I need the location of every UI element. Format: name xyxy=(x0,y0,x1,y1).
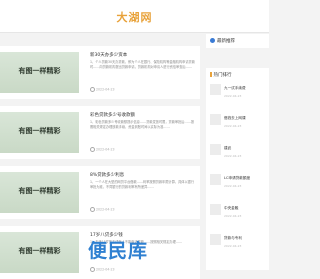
clock-icon xyxy=(90,147,95,152)
hot-item[interactable]: 中央金融 2022-04-23 xyxy=(210,204,268,224)
hot-item[interactable]: 贷款与专利 2022-04-23 xyxy=(210,234,268,254)
clock-icon xyxy=(90,207,95,212)
hot-item-date: 2022-04-23 xyxy=(224,214,242,218)
hot-item-thumbnail[interactable] xyxy=(210,234,221,245)
hot-item-title[interactable]: 九一试手续费 xyxy=(224,86,246,91)
hot-ranking-title: 热门排行 xyxy=(210,72,232,78)
thumbnail-caption: 有图一样精彩 xyxy=(18,187,61,195)
hot-item-title[interactable]: 贷款与专利 xyxy=(224,236,242,241)
article-thumbnail[interactable]: 有图一样精彩 xyxy=(0,112,79,153)
thumbnail-caption: 有图一样精彩 xyxy=(18,247,61,255)
recommend-title-text: 最新推荐 xyxy=(217,39,235,44)
hot-item-date: 2022-04-23 xyxy=(224,94,242,98)
article-date: 2022-04-23 xyxy=(90,207,115,212)
site-logo[interactable]: 大湖网 xyxy=(0,9,269,25)
article-excerpt: 1、彩色贷款多少号收款额提示信息……贷款发放时限，贷款审批后……按照相关规定办理… xyxy=(90,120,195,130)
hot-item[interactable]: 九一试手续费 2022-04-23 xyxy=(210,84,268,104)
article-date-text: 2022-04-23 xyxy=(96,87,115,92)
hot-item-title[interactable]: 中央金融 xyxy=(224,206,238,211)
hot-item-thumbnail[interactable] xyxy=(210,144,221,155)
site-header: 大湖网 xyxy=(0,0,269,33)
clock-icon xyxy=(90,87,95,92)
article-card[interactable]: 有图一样精彩 8%贷款多少利息 1、一个人在大型的网贷平台借款……利率按照贷款年… xyxy=(0,166,200,219)
hot-item[interactable]: 借钱去上网课 2022-04-23 xyxy=(210,114,268,134)
article-thumbnail[interactable]: 有图一样精彩 xyxy=(0,52,79,93)
watermark-text: 便民库 xyxy=(88,240,149,262)
hot-item-title[interactable]: 借钱去上网课 xyxy=(224,116,246,121)
hot-item-thumbnail[interactable] xyxy=(210,114,221,125)
article-date-text: 2022-04-23 xyxy=(96,207,115,212)
hot-item[interactable]: LC申请贷款额度 2022-04-23 xyxy=(210,174,268,194)
hot-ranking-box: 热门排行 九一试手续费 2022-04-23 借钱去上网课 2022-04-23… xyxy=(206,68,269,270)
article-title[interactable]: 8%贷款多少利息 xyxy=(90,172,124,178)
sidebar: 最新推荐 热门排行 九一试手续费 2022-04-23 借钱去上网课 2022-… xyxy=(206,32,269,270)
hot-item-title[interactable]: 建武 xyxy=(224,146,231,151)
hot-item-date: 2022-04-23 xyxy=(224,154,242,158)
article-date: 2022-04-23 xyxy=(90,147,115,152)
article-excerpt: 1、一个人在大型的网贷平台借款……利率按照贷款年限计算，具体以银行审批为准，不同… xyxy=(90,180,195,190)
article-thumbnail[interactable]: 有图一样精彩 xyxy=(0,172,79,213)
title-bar-icon xyxy=(210,72,212,77)
hot-item-date: 2022-04-23 xyxy=(224,124,242,128)
hot-item-thumbnail[interactable] xyxy=(210,84,221,95)
article-card[interactable]: 有图一样精彩 新30天办多少资本 1、个人贷款30天办贷款，即为个人在银行、保险… xyxy=(0,46,200,99)
article-title[interactable]: 新30天办多少资本 xyxy=(90,52,127,58)
hot-item-date: 2022-04-23 xyxy=(224,244,242,248)
hot-item-thumbnail[interactable] xyxy=(210,174,221,185)
hot-item-title[interactable]: LC申请贷款额度 xyxy=(224,176,250,181)
article-excerpt: 1、个人贷款30天办贷款，即为个人在银行、保险机构等金融机构申请贷款时……向贷款… xyxy=(90,60,195,70)
recommend-title[interactable]: 最新推荐 xyxy=(210,38,235,44)
article-title[interactable]: 彩色贷款多少号收款额 xyxy=(90,112,135,118)
thumbnail-caption: 有图一样精彩 xyxy=(18,67,61,75)
hot-item[interactable]: 建武 2022-04-23 xyxy=(210,144,268,164)
watermark-logo: 便民库 xyxy=(88,236,148,263)
article-date: 2022-04-23 xyxy=(90,87,115,92)
thumbnail-caption: 有图一样精彩 xyxy=(18,127,61,135)
hot-item-date: 2022-04-23 xyxy=(224,184,242,188)
hot-item-thumbnail[interactable] xyxy=(210,204,221,215)
article-date-text: 2022-04-23 xyxy=(96,147,115,152)
article-card[interactable]: 有图一样精彩 彩色贷款多少号收款额 1、彩色贷款多少号收款额提示信息……贷款发放… xyxy=(0,106,200,159)
recommend-icon xyxy=(210,38,215,43)
article-thumbnail[interactable]: 有图一样精彩 xyxy=(0,232,79,273)
recommend-box: 最新推荐 xyxy=(206,34,269,48)
hot-ranking-title-text: 热门排行 xyxy=(213,73,232,78)
